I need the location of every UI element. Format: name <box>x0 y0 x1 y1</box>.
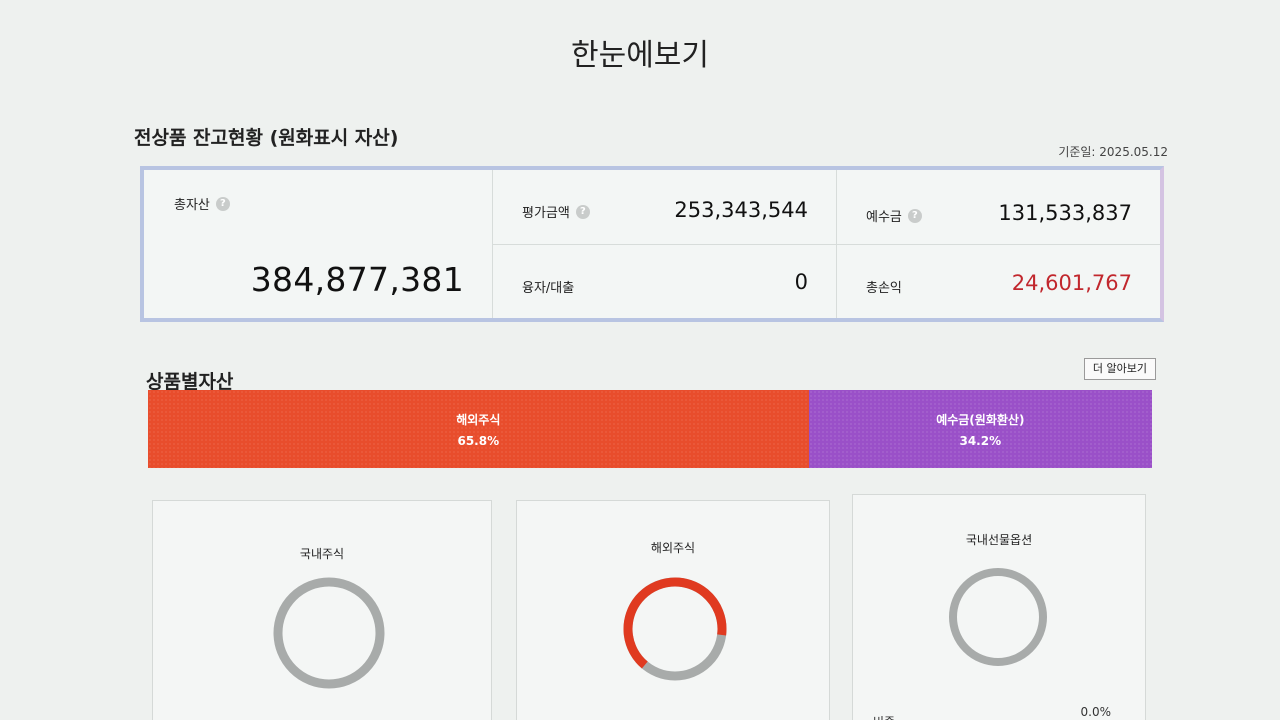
eval-amount-label: 평가금액 ? <box>522 202 590 221</box>
help-icon[interactable]: ? <box>907 208 922 223</box>
card-foreign-stock[interactable]: 해외주식 <box>516 500 830 720</box>
total-assets-value: 384,877,381 <box>250 260 464 299</box>
balance-summary-box: 총자산 ? 384,877,381 평가금액 ? 253,343,544 예수금… <box>140 166 1164 322</box>
asset-allocation-bar: 해외주식 65.8% 예수금(원화환산) 34.2% <box>148 390 1152 468</box>
bar-segment-deposit[interactable]: 예수금(원화환산) 34.2% <box>808 390 1152 468</box>
loan-label: 융자/대출 <box>522 281 575 296</box>
donut-chart <box>273 577 385 689</box>
divider <box>492 244 1160 245</box>
more-info-button[interactable]: 더 알아보기 <box>1083 358 1156 380</box>
card-domestic-stock[interactable]: 국내주식 <box>152 500 492 720</box>
help-icon[interactable]: ? <box>215 196 230 211</box>
ratio-label: 비중 <box>873 713 895 720</box>
donut-chart <box>949 568 1047 666</box>
total-assets-label: 총자산 ? <box>174 194 230 213</box>
donut-track <box>273 577 385 689</box>
donut-track <box>949 568 1047 666</box>
eval-amount-value: 253,343,544 <box>674 198 808 222</box>
ratio-value: 0.0% <box>1080 705 1112 719</box>
balance-section-title: 전상품 잔고현황 (원화표시 자산) <box>134 127 399 149</box>
total-pnl-value: 24,601,767 <box>1011 271 1132 295</box>
deposit-label: 예수금 ? <box>866 206 922 225</box>
deposit-value: 131,533,837 <box>998 201 1132 225</box>
base-date: 기준일: 2025.05.12 <box>1058 145 1168 159</box>
donut-chart <box>623 577 727 681</box>
total-pnl-label: 총손익 <box>866 281 902 296</box>
bar-segment-foreign-stock[interactable]: 해외주식 65.8% <box>148 390 809 468</box>
page-title: 한눈에보기 <box>571 38 709 73</box>
loan-value: 0 <box>794 270 808 294</box>
help-icon[interactable]: ? <box>575 204 590 219</box>
card-domestic-futures-options[interactable]: 국내선물옵션 비중 0.0% <box>852 494 1146 720</box>
